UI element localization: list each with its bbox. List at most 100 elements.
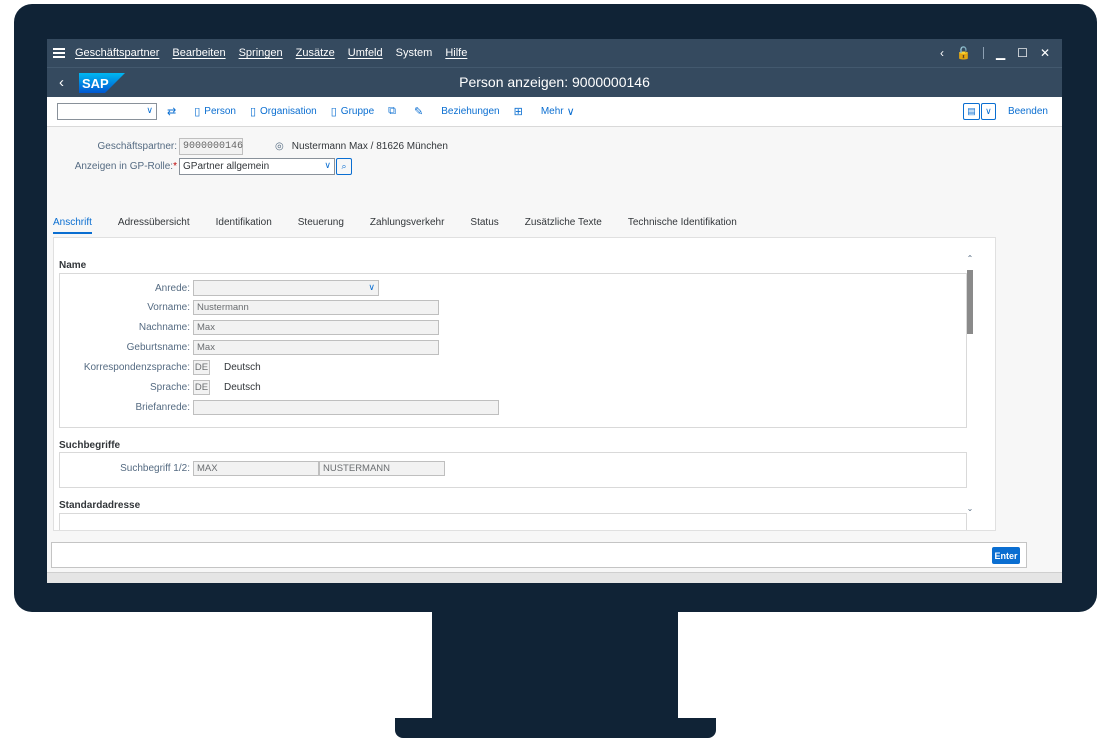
gp-number-field[interactable]: 9000000146	[179, 138, 243, 155]
command-field[interactable]: ∨	[57, 103, 157, 120]
title-bar: ‹ SAP Person anzeigen: 9000000146	[47, 67, 1062, 97]
vorname-field[interactable]: Nustermann	[193, 300, 439, 315]
geburtsname-row: Geburtsname: Max	[60, 340, 439, 355]
chevron-down-icon: ∨	[368, 282, 375, 292]
application-toolbar: ∨ ⇄ ▯ Person ▯ Organisation ▯ Gruppe ⧉ ✎ Be…	[47, 97, 1062, 127]
suchbegriff2-field[interactable]: NUSTERMANN	[319, 461, 445, 476]
hierarchy-icon[interactable]: ⊞	[514, 105, 527, 118]
gp-description: Nustermann Max / 81626 München	[291, 141, 448, 152]
person-icon: ◎	[275, 141, 284, 152]
geburtsname-field[interactable]: Max	[193, 340, 439, 355]
scrollbar-thumb[interactable]	[967, 270, 973, 334]
menu-hilfe[interactable]: Hilfe	[445, 47, 467, 59]
menu-bearbeiten[interactable]: Bearbeiten	[172, 47, 225, 59]
menu-springen[interactable]: Springen	[239, 47, 283, 59]
unlock-icon[interactable]: 🔓	[956, 46, 971, 60]
required-marker: *	[173, 161, 177, 172]
beenden-button[interactable]: Beenden	[1008, 106, 1048, 117]
close-icon[interactable]: ✕	[1040, 46, 1050, 60]
gruppe-button[interactable]: ▯ Gruppe	[331, 105, 374, 118]
tab-steuerung[interactable]: Steuerung	[298, 217, 344, 234]
toolbar-right: ▤ ∨ Beenden	[962, 103, 1062, 120]
korrespondenzsprache-label: Korrespondenzsprache:	[83, 362, 190, 373]
mehr-button-label: Mehr	[540, 106, 564, 117]
gp-row: Geschäftspartner: 9000000146 ◎ Nusterman…	[47, 138, 448, 155]
gruppe-button-label: Gruppe	[340, 106, 375, 117]
monitor-base	[395, 718, 716, 738]
window-controls: ‹ 🔓 ▁ ☐ ✕	[940, 46, 1062, 60]
anrede-label: Anrede:	[154, 282, 190, 294]
tab-anschrift[interactable]: Anschrift	[53, 217, 92, 234]
vertical-scrollbar[interactable]: ⌃ ⌄	[965, 254, 975, 516]
chevron-left-icon[interactable]: ‹	[940, 46, 944, 60]
nachname-row: Nachname: Max	[60, 320, 439, 335]
chevron-down-icon: ∨	[566, 106, 575, 118]
tab-zusaetzliche-texte[interactable]: Zusätzliche Texte	[525, 217, 602, 234]
tab-content-anschrift: Name Anrede: ∨ Vorname: Nustermann Nachn…	[53, 237, 996, 531]
page-title: Person anzeigen: 9000000146	[459, 74, 650, 90]
role-row: Anzeigen in GP-Rolle:* GPartner allgemei…	[47, 158, 352, 175]
nachname-field[interactable]: Max	[193, 320, 439, 335]
suchbegriff-row: Suchbegriff 1/2: MAX NUSTERMANN	[60, 461, 445, 476]
menu-system[interactable]: System	[396, 47, 433, 59]
document-icon: ▯	[330, 106, 337, 118]
document-icon: ▯	[194, 106, 201, 118]
mehr-button[interactable]: Mehr ∨	[541, 105, 579, 118]
search-icon[interactable]: ⌕	[336, 158, 352, 175]
status-bar	[47, 572, 1062, 583]
role-label-text: Anzeigen in GP-Rolle:	[74, 161, 174, 172]
scroll-up-icon[interactable]: ⌃	[965, 254, 975, 263]
vorname-label: Vorname:	[147, 302, 190, 313]
tab-adressuebersicht[interactable]: Adressübersicht	[118, 217, 190, 234]
name-group: Anrede: ∨ Vorname: Nustermann Nachname: …	[59, 273, 967, 428]
anrede-row: Anrede: ∨	[60, 280, 379, 296]
briefanrede-row: Briefanrede:	[60, 400, 499, 415]
copy-icon[interactable]: ⧉	[388, 105, 400, 118]
tab-identifikation[interactable]: Identifikation	[216, 217, 272, 234]
gp-label: Geschäftspartner:	[97, 141, 177, 152]
chevron-down-icon[interactable]: ∨	[980, 103, 996, 120]
korrespondenzsprache-code[interactable]: DE	[193, 360, 210, 375]
sprache-row: Sprache: DE Deutsch	[60, 380, 261, 395]
enter-button[interactable]: Enter	[992, 547, 1020, 564]
divider	[982, 47, 984, 59]
chevron-down-icon: ∨	[324, 160, 331, 170]
organisation-button[interactable]: ▯ Organisation	[250, 105, 317, 118]
person-button[interactable]: ▯ Person	[194, 105, 236, 118]
sprache-label: Sprache:	[149, 382, 190, 393]
suchbegriff1-field[interactable]: MAX	[193, 461, 319, 476]
vorname-row: Vorname: Nustermann	[60, 300, 439, 315]
maximize-icon[interactable]: ☐	[1017, 46, 1028, 60]
tab-strip: Anschrift Adressübersicht Identifikation…	[53, 217, 763, 234]
tab-technische-identifikation[interactable]: Technische Identifikation	[628, 217, 737, 234]
tools-icon[interactable]: ✎	[414, 105, 427, 118]
ok-code-bar[interactable]: Enter	[51, 542, 1027, 568]
minimize-icon[interactable]: ▁	[996, 46, 1005, 60]
tab-status[interactable]: Status	[470, 217, 498, 234]
section-title-suchbegriffe: Suchbegriffe	[59, 440, 121, 451]
menu-geschaeftspartner[interactable]: Geschäftspartner	[75, 47, 159, 59]
tab-zahlungsverkehr[interactable]: Zahlungsverkehr	[370, 217, 444, 234]
role-dropdown-value: GPartner allgemein	[183, 161, 270, 172]
sprache-code[interactable]: DE	[193, 380, 210, 395]
menu-umfeld[interactable]: Umfeld	[348, 47, 383, 59]
sap-gui-window: Geschäftspartner Bearbeiten Springen Zus…	[47, 39, 1062, 583]
anrede-dropdown[interactable]: ∨	[193, 280, 379, 296]
scroll-down-icon[interactable]: ⌄	[965, 504, 975, 513]
suchbegriff-label: Suchbegriff 1/2:	[120, 463, 190, 474]
beziehungen-button[interactable]: Beziehungen	[441, 106, 499, 117]
organisation-button-label: Organisation	[260, 106, 317, 117]
briefanrede-field[interactable]	[193, 400, 499, 415]
person-button-label: Person	[204, 106, 236, 117]
layout-icon[interactable]: ▤	[962, 103, 980, 120]
hamburger-menu-icon[interactable]	[53, 48, 65, 58]
role-label: Anzeigen in GP-Rolle:*	[47, 161, 177, 172]
menu-zusaetze[interactable]: Zusätze	[296, 47, 335, 59]
sprache-text: Deutsch	[224, 382, 261, 393]
section-title-standardadresse: Standardadresse	[59, 500, 141, 511]
switch-icon[interactable]: ⇄	[167, 105, 180, 118]
geburtsname-label: Geburtsname:	[126, 342, 190, 353]
menu-bar: Geschäftspartner Bearbeiten Springen Zus…	[47, 39, 1062, 67]
role-dropdown[interactable]: GPartner allgemein ∨	[179, 158, 335, 175]
document-icon: ▯	[249, 106, 257, 118]
